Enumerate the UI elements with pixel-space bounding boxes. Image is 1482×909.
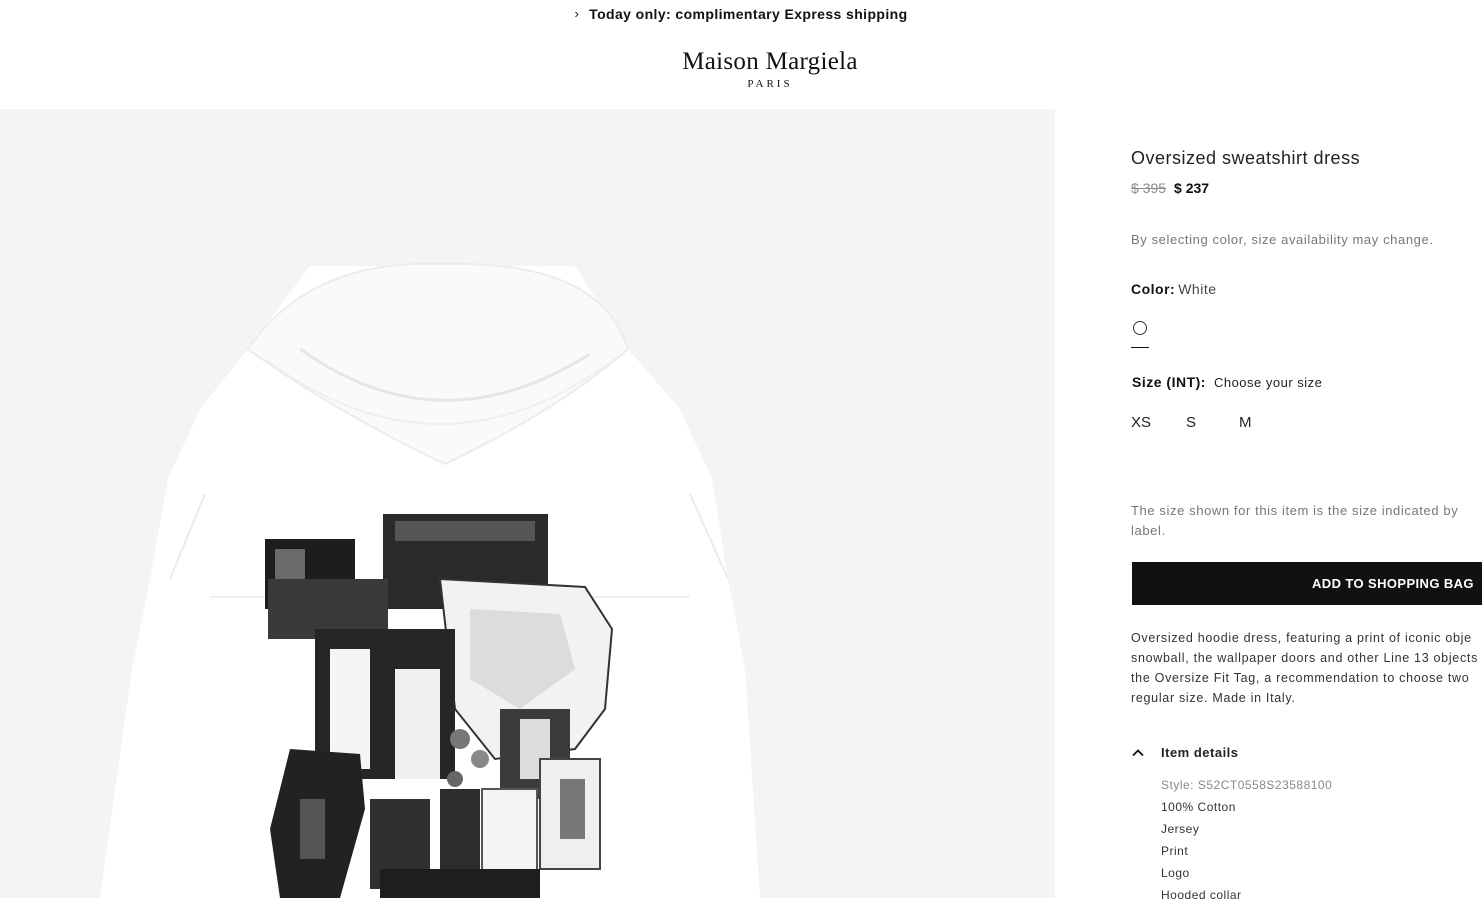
description-line: snowball, the wallpaper doors and other … [1131,651,1479,665]
chevron-up-icon [1132,748,1144,756]
detail-item: Hooded collar [1161,888,1242,902]
color-label: Color: [1131,281,1176,297]
color-selector-label: Color: White [1131,281,1217,297]
product-description: Oversized hoodie dress, featuring a prin… [1131,628,1482,708]
size-disclaimer-line: label. [1131,523,1166,538]
add-to-bag-button[interactable]: ADD TO SHOPPING BAG [1132,562,1482,605]
size-options: XS S M [1131,414,1252,431]
color-swatch-circle-icon [1133,321,1147,335]
description-line: Oversized hoodie dress, featuring a prin… [1131,631,1472,645]
product-image-gallery[interactable] [0,109,1055,898]
availability-note: By selecting color, size availability ma… [1131,232,1434,247]
detail-item: Jersey [1161,822,1200,836]
item-details-list: Style: S52CT0558S23588100 100% Cotton Je… [1161,777,1332,909]
description-line: the Oversize Fit Tag, a recommendation t… [1131,671,1470,685]
item-details-title: Item details [1161,745,1239,760]
product-image [100,262,760,898]
chevron-right-icon: › [574,5,580,21]
promo-text: Today only: complimentary Express shippi… [589,6,908,22]
original-price: $ 395 [1131,180,1167,196]
size-option-xs[interactable]: XS [1131,414,1186,431]
detail-item: Logo [1161,866,1190,880]
item-details-toggle[interactable]: Item details [1131,745,1239,760]
color-swatch-white[interactable] [1131,320,1149,348]
color-value: White [1178,281,1217,297]
detail-item: Print [1161,844,1189,858]
description-line: regular size. Made in Italy. [1131,691,1296,705]
detail-style-code: Style: S52CT0558S23588100 [1161,778,1333,792]
size-disclaimer-line: The size shown for this item is the size… [1131,503,1459,518]
size-selector-label: Size (INT): Choose your size [1132,374,1322,390]
size-prompt: Choose your size [1213,375,1323,390]
product-title: Oversized sweatshirt dress [1131,148,1361,168]
sale-price: $ 237 [1174,180,1210,196]
size-disclaimer: The size shown for this item is the size… [1131,501,1482,541]
size-label: Size (INT): [1132,374,1206,390]
detail-item: 100% Cotton [1161,800,1236,814]
product-info-panel: Oversized sweatshirt dress $ 395 $ 237 By… [1131,0,1482,902]
size-option-m[interactable]: M [1239,414,1252,431]
size-option-s[interactable]: S [1186,414,1239,431]
product-price: $ 395 $ 237 [1131,180,1209,196]
